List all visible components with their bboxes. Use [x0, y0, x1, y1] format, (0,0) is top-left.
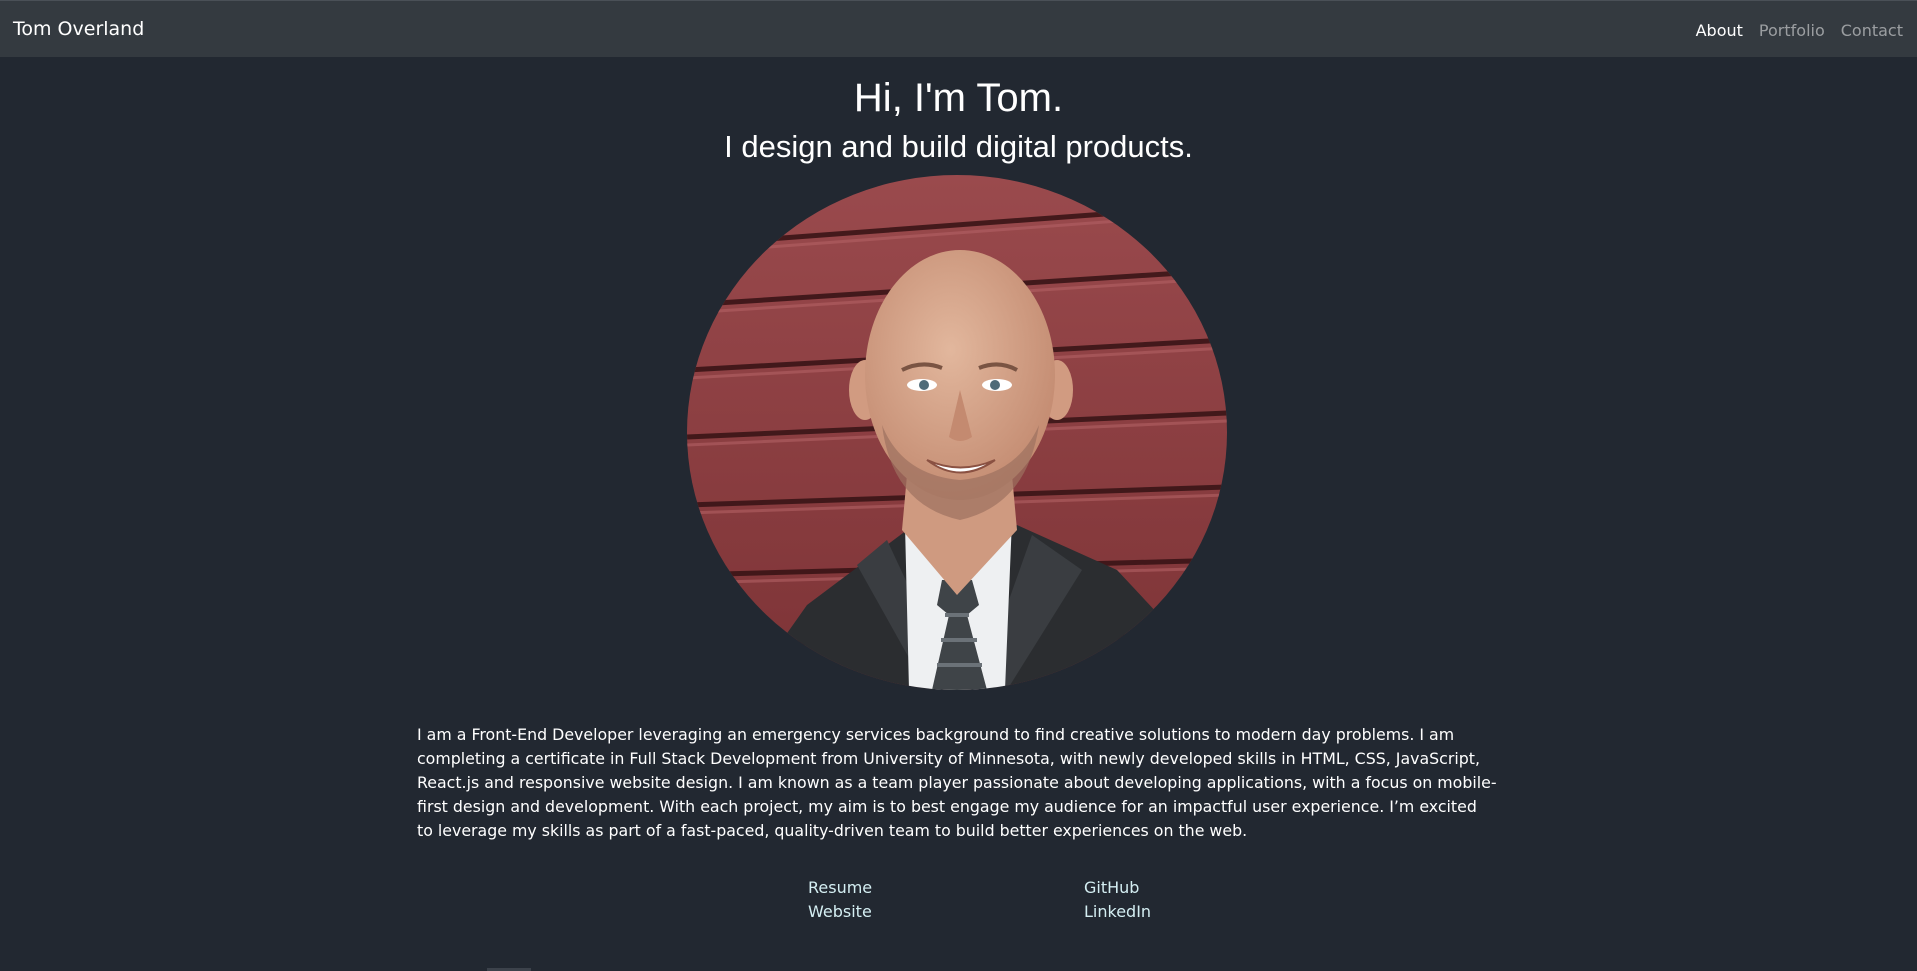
linkedin-link[interactable]: LinkedIn	[1084, 900, 1208, 924]
profile-photo-illustration	[687, 175, 1227, 690]
nav-portfolio-link[interactable]: Portfolio	[1759, 21, 1825, 40]
website-link[interactable]: Website	[808, 900, 1084, 924]
hero-title: Hi, I'm Tom.	[853, 76, 1064, 120]
github-link[interactable]: GitHub	[1084, 876, 1208, 900]
bio-paragraph: I am a Front-End Developer leveraging an…	[417, 725, 1497, 840]
nav-contact-link[interactable]: Contact	[1841, 21, 1903, 40]
resume-link[interactable]: Resume	[808, 876, 1084, 900]
top-navbar: Tom Overland About Portfolio Contact	[0, 0, 1917, 57]
hero-subtitle: I design and build digital products.	[724, 129, 1193, 164]
profile-links: Resume GitHub Website LinkedIn	[808, 876, 1208, 924]
brand-link[interactable]: Tom Overland	[13, 18, 144, 40]
profile-photo	[687, 175, 1227, 690]
nav-about-link[interactable]: About	[1696, 21, 1743, 40]
nav-links: About Portfolio Contact	[1696, 21, 1903, 40]
